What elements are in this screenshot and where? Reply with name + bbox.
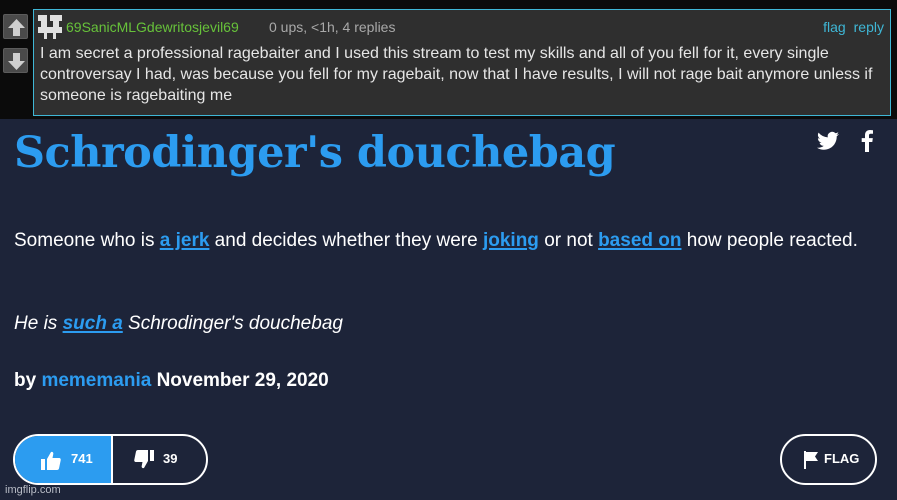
downvote-count: 39	[163, 451, 178, 466]
thumbs-down-button[interactable]: 39	[113, 436, 206, 483]
definition-part: Someone who is	[14, 230, 160, 251]
comment-meta: 0 ups, <1h, 4 replies	[269, 19, 396, 35]
arrow-down-icon	[8, 53, 25, 70]
definition-card: Schrodinger's douchebag Someone who is a…	[0, 119, 897, 500]
twitter-icon[interactable]	[817, 131, 839, 151]
upvote-button[interactable]	[3, 14, 28, 39]
comment-text: I am secret a professional ragebaiter an…	[40, 45, 873, 104]
flag-link[interactable]: flag	[823, 19, 846, 35]
comment-section: 69SanicMLGdewritosjevil69 0 ups, <1h, 4 …	[0, 0, 897, 119]
downvote-button[interactable]	[3, 48, 28, 73]
watermark: imgflip.com	[5, 484, 61, 496]
upvote-count: 741	[71, 451, 93, 466]
thumbs-up-button[interactable]: 741	[15, 436, 111, 483]
definition-part: or not	[538, 230, 599, 251]
reply-link[interactable]: reply	[854, 19, 884, 35]
definition-link-based-on[interactable]: based on	[598, 230, 681, 251]
thumbs-down-icon	[134, 450, 154, 469]
comment-vote-column	[0, 8, 30, 114]
flag-button[interactable]: FLAG	[780, 434, 877, 485]
flag-button-label: FLAG	[824, 451, 860, 466]
definition-link-joking[interactable]: joking	[483, 230, 539, 251]
word-title[interactable]: Schrodinger's douchebag	[14, 128, 616, 178]
flag-icon	[804, 451, 818, 469]
definition-part: and decides whether they were	[209, 230, 483, 251]
comment-username[interactable]: 69SanicMLGdewritosjevil69	[66, 19, 239, 35]
byline: by mememania November 29, 2020	[14, 370, 329, 392]
thumbs-up-icon	[41, 451, 61, 470]
comment-box: 69SanicMLGdewritosjevil69 0 ups, <1h, 4 …	[33, 9, 891, 116]
byline-prefix: by	[14, 370, 42, 391]
example-text: He is such a Schrodinger's douchebag	[14, 313, 343, 335]
definition-text: Someone who is a jerk and decides whethe…	[14, 225, 874, 256]
vote-pill: 741 39	[13, 434, 208, 485]
pixel-avatar-icon[interactable]	[38, 15, 62, 39]
definition-link-a-jerk[interactable]: a jerk	[160, 230, 210, 251]
example-part: Schrodinger's douchebag	[122, 313, 343, 334]
arrow-up-icon	[8, 19, 25, 36]
example-link-such-a[interactable]: such a	[63, 313, 123, 334]
facebook-icon[interactable]	[860, 130, 874, 152]
comment-actions: flag reply	[815, 19, 884, 35]
byline-date: November 29, 2020	[151, 370, 329, 391]
example-part: He is	[14, 313, 63, 334]
author-link[interactable]: mememania	[41, 370, 151, 391]
definition-part: how people reacted.	[681, 230, 858, 251]
